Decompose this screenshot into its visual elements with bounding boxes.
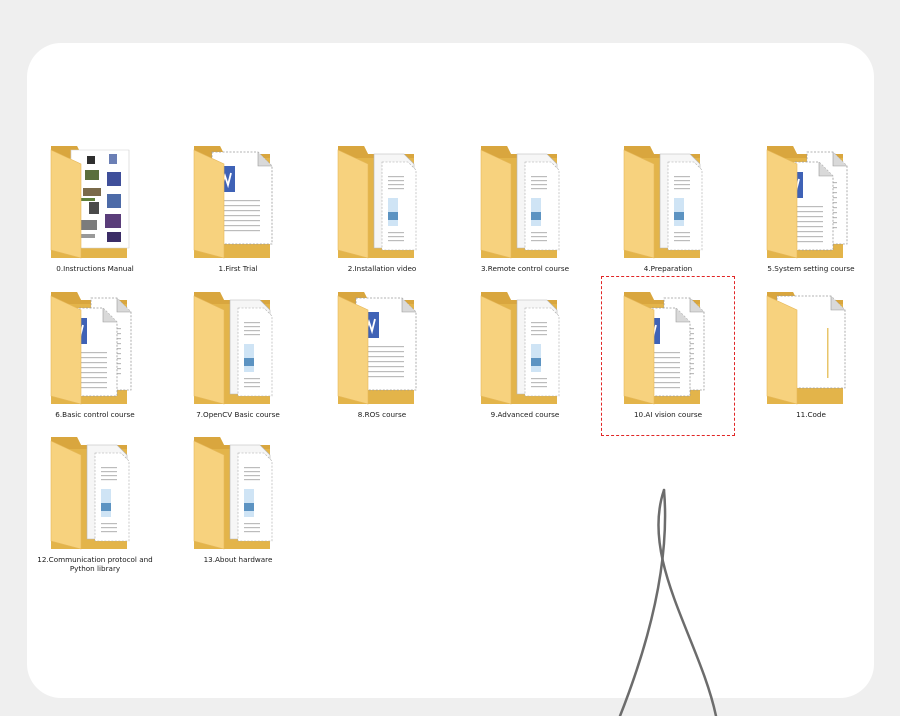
picture-document-icon	[50, 437, 130, 550]
folder-icon	[312, 142, 452, 260]
folder-label: 2.Installation video	[347, 264, 417, 273]
folder-item-ros-course[interactable]: 8.ROS course	[312, 288, 452, 419]
folder-item-first-trial[interactable]: 1.First Trial	[168, 142, 308, 273]
folder-item-remote-control-course[interactable]: 3.Remote control course	[455, 142, 595, 273]
picture-document-icon	[480, 292, 560, 405]
folder-label: 9.Advanced course	[490, 410, 560, 419]
folder-icon	[25, 288, 165, 406]
folder-icon	[168, 433, 308, 551]
folder-icon	[455, 142, 595, 260]
folder-item-advanced-course[interactable]: 9.Advanced course	[455, 288, 595, 419]
folder-item-opencv-basic-course[interactable]: 7.OpenCV Basic course	[168, 288, 308, 419]
folder-label: 6.Basic control course	[55, 410, 135, 419]
highlight-box	[601, 276, 735, 436]
folder-item-instructions-manual[interactable]: 0.Instructions Manual	[25, 142, 165, 273]
folder-item-code[interactable]: 11.Code	[741, 288, 881, 419]
picture-document-icon	[623, 146, 703, 259]
folder-label: 3.Remote control course	[480, 264, 570, 273]
folder-item-about-hardware[interactable]: 13.About hardware	[168, 433, 308, 564]
folder-label: 12.Communication protocol and Python lib…	[37, 555, 153, 573]
picture-document-icon	[337, 146, 417, 259]
folder-label: 1.First Trial	[218, 264, 258, 273]
screenshot-page: 0.Instructions Manual 1.First Trial 2.In…	[0, 0, 900, 716]
folder-label: 5.System setting course	[767, 264, 855, 273]
folder-icon	[455, 288, 595, 406]
folder-label: 11.Code	[796, 410, 826, 419]
folder-icon	[598, 142, 738, 260]
picture-document-icon	[193, 437, 273, 550]
folder-label: 7.OpenCV Basic course	[196, 410, 280, 419]
manual-images-icon	[50, 146, 130, 259]
folder-label: 0.Instructions Manual	[56, 264, 134, 273]
folder-icon	[168, 288, 308, 406]
folder-icon	[741, 288, 881, 406]
folder-icon	[741, 142, 881, 260]
folder-item-system-setting-course[interactable]: 5.System setting course	[741, 142, 881, 273]
folder-item-communication-protocol-and-python-library[interactable]: 12.Communication protocol and Python lib…	[25, 433, 165, 573]
document-icon	[766, 146, 848, 259]
folder-icon	[168, 142, 308, 260]
picture-document-icon	[480, 146, 560, 259]
document-icon	[50, 292, 132, 405]
folder-label: 4.Preparation	[643, 264, 693, 273]
folder-label: 13.About hardware	[203, 555, 273, 564]
folder-item-basic-control-course[interactable]: 6.Basic control course	[25, 288, 165, 419]
folder-icon	[25, 433, 165, 551]
folder-label: 8.ROS course	[357, 410, 407, 419]
folder-item-preparation[interactable]: 4.Preparation	[598, 142, 738, 273]
word-document-icon	[193, 146, 273, 259]
folder-item-installation-video[interactable]: 2.Installation video	[312, 142, 452, 273]
folder-icon	[25, 142, 165, 260]
folder-icon	[312, 288, 452, 406]
picture-document-icon	[193, 292, 273, 405]
blank-file-icon	[766, 292, 846, 405]
word-document-icon	[337, 292, 417, 405]
